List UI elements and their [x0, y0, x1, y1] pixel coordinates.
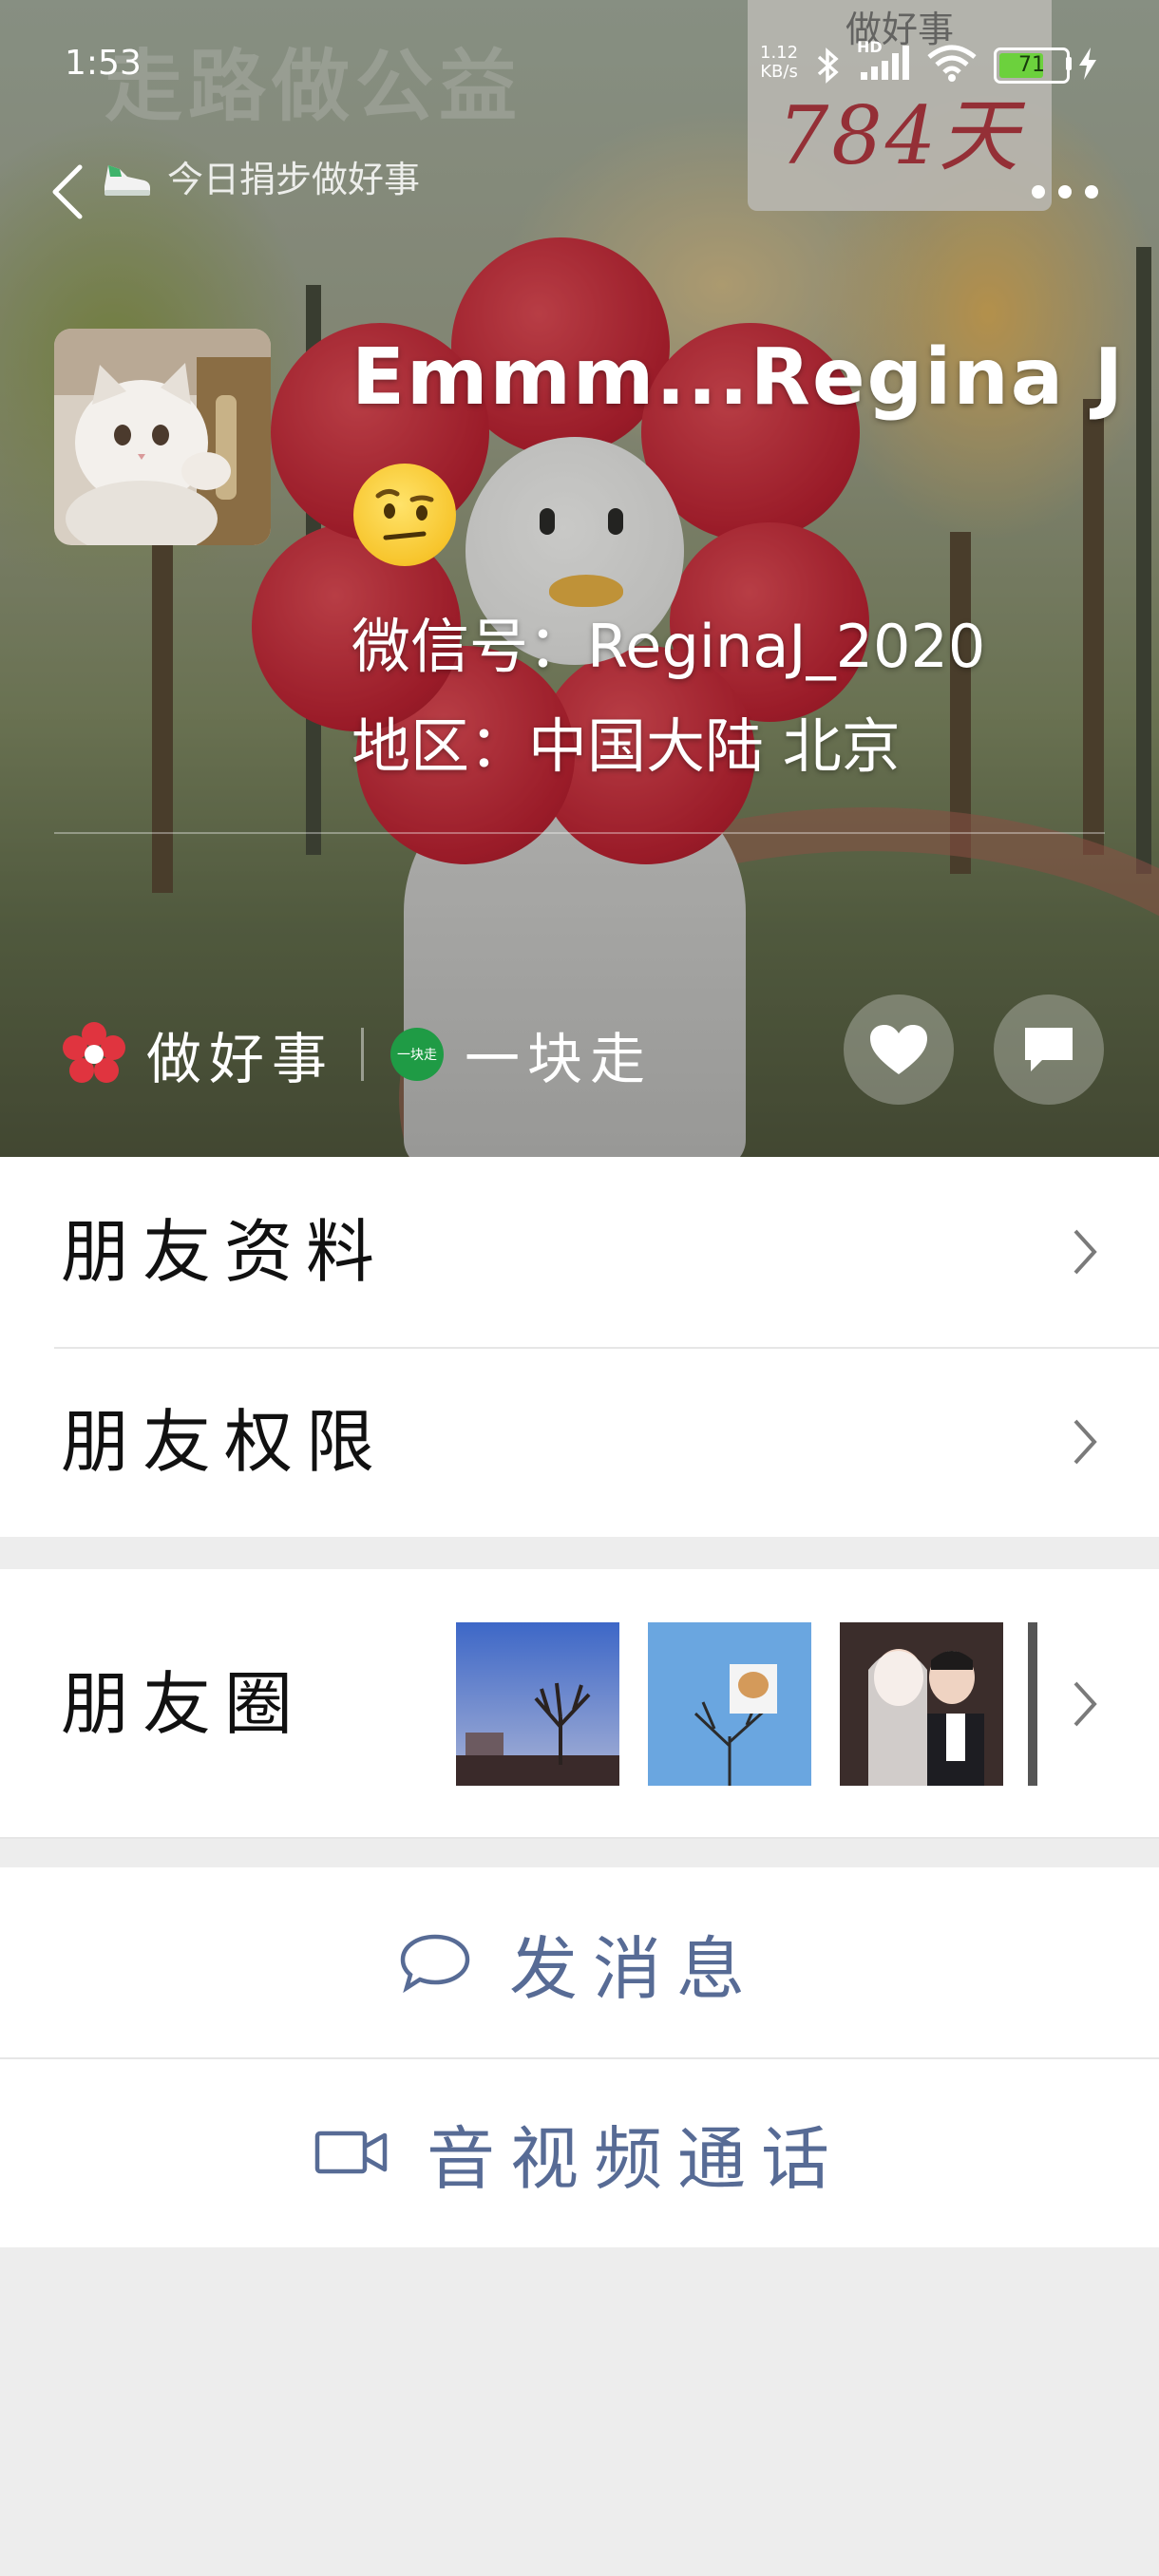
friend-info-row[interactable]: 朋友资料 — [0, 1157, 1159, 1347]
dog-sky-photo — [648, 1622, 811, 1786]
profile-hero: 走路做公益 做好事 784天 1:53 1.12 KB/s HD 71 今日捐步… — [0, 0, 1159, 1157]
profile-nickname: Emmm...Regina J — [352, 332, 1126, 423]
moments-thumbnail-partial — [1028, 1622, 1037, 1786]
wechat-id: 微信号：ReginaJ_2020 — [352, 612, 986, 681]
step-donation-chip[interactable]: 今日捐步做好事 — [99, 142, 420, 209]
sneaker-icon — [104, 165, 150, 196]
send-message-label: 发消息 — [508, 1928, 760, 2009]
signal-icon: HD — [857, 38, 914, 84]
hero-divider — [54, 832, 1105, 834]
friend-settings-card: 朋友资料 朋友权限 — [0, 1157, 1159, 1537]
actions-card: 发消息 音视频通话 — [0, 1867, 1159, 2247]
battery-icon: 71 — [994, 47, 1070, 84]
chevron-right-icon — [1074, 1681, 1097, 1727]
moments-card: 朋友圈 — [0, 1569, 1159, 1839]
user-status-row[interactable]: 做好事 一块走 一块走 — [61, 1016, 653, 1092]
more-options-button[interactable] — [1032, 180, 1098, 203]
region: 地区：中国大陆 北京 — [352, 711, 901, 781]
wifi-icon — [927, 45, 977, 82]
tree-dusk-photo — [456, 1622, 619, 1786]
more-dot-icon — [1058, 185, 1072, 199]
battery-nub — [1066, 57, 1072, 70]
back-arrow-icon[interactable] — [46, 161, 91, 222]
moments-thumbnail — [840, 1622, 1003, 1786]
moments-thumbnail — [648, 1622, 811, 1786]
comment-icon — [1025, 1028, 1073, 1071]
moments-thumbnail — [456, 1622, 619, 1786]
avatar[interactable] — [54, 329, 271, 545]
like-status-button[interactable] — [844, 994, 954, 1105]
step-donation-label: 今日捐步做好事 — [167, 158, 421, 200]
flower-status-icon — [63, 1022, 125, 1083]
moments-row[interactable]: 朋友圈 — [0, 1569, 1159, 1839]
friend-info-label: 朋友资料 — [61, 1212, 389, 1292]
status-bar: 1:53 1.12 KB/s HD 71 — [0, 38, 1159, 95]
video-camera-icon — [314, 2131, 388, 2174]
charging-icon — [1079, 47, 1096, 80]
send-message-button[interactable]: 发消息 — [0, 1867, 1159, 2057]
couple-photo — [840, 1622, 1003, 1786]
more-dot-icon — [1085, 185, 1098, 199]
status-separator — [361, 1028, 365, 1081]
status-time: 1:53 — [65, 44, 142, 83]
chat-bubble-icon — [400, 1934, 470, 1994]
network-speed-unit: KB/s — [760, 62, 798, 82]
battery-level: 71 — [1018, 53, 1045, 77]
network-speed: 1.12 KB/s — [760, 44, 798, 82]
raised-eyebrow-emoji-icon — [353, 464, 456, 566]
companion-text: 一块走 — [465, 1027, 654, 1091]
video-call-label: 音视频通话 — [426, 2118, 845, 2199]
bluetooth-icon — [817, 47, 839, 84]
moments-label: 朋友圈 — [61, 1664, 307, 1744]
walk-together-badge: 一块走 — [390, 1028, 445, 1081]
video-call-button[interactable]: 音视频通话 — [0, 2057, 1159, 2247]
network-speed-value: 1.12 — [760, 43, 799, 63]
heart-icon — [870, 1025, 927, 1074]
row-divider — [0, 1837, 1159, 1839]
status-name: 做好事 — [146, 1027, 335, 1091]
friend-permissions-row[interactable]: 朋友权限 — [0, 1347, 1159, 1537]
friend-permissions-label: 朋友权限 — [61, 1402, 389, 1482]
comment-status-button[interactable] — [994, 994, 1104, 1105]
chevron-right-icon — [1074, 1419, 1097, 1465]
more-dot-icon — [1032, 185, 1045, 199]
cat-avatar-image — [54, 329, 271, 545]
chevron-right-icon — [1074, 1229, 1097, 1275]
